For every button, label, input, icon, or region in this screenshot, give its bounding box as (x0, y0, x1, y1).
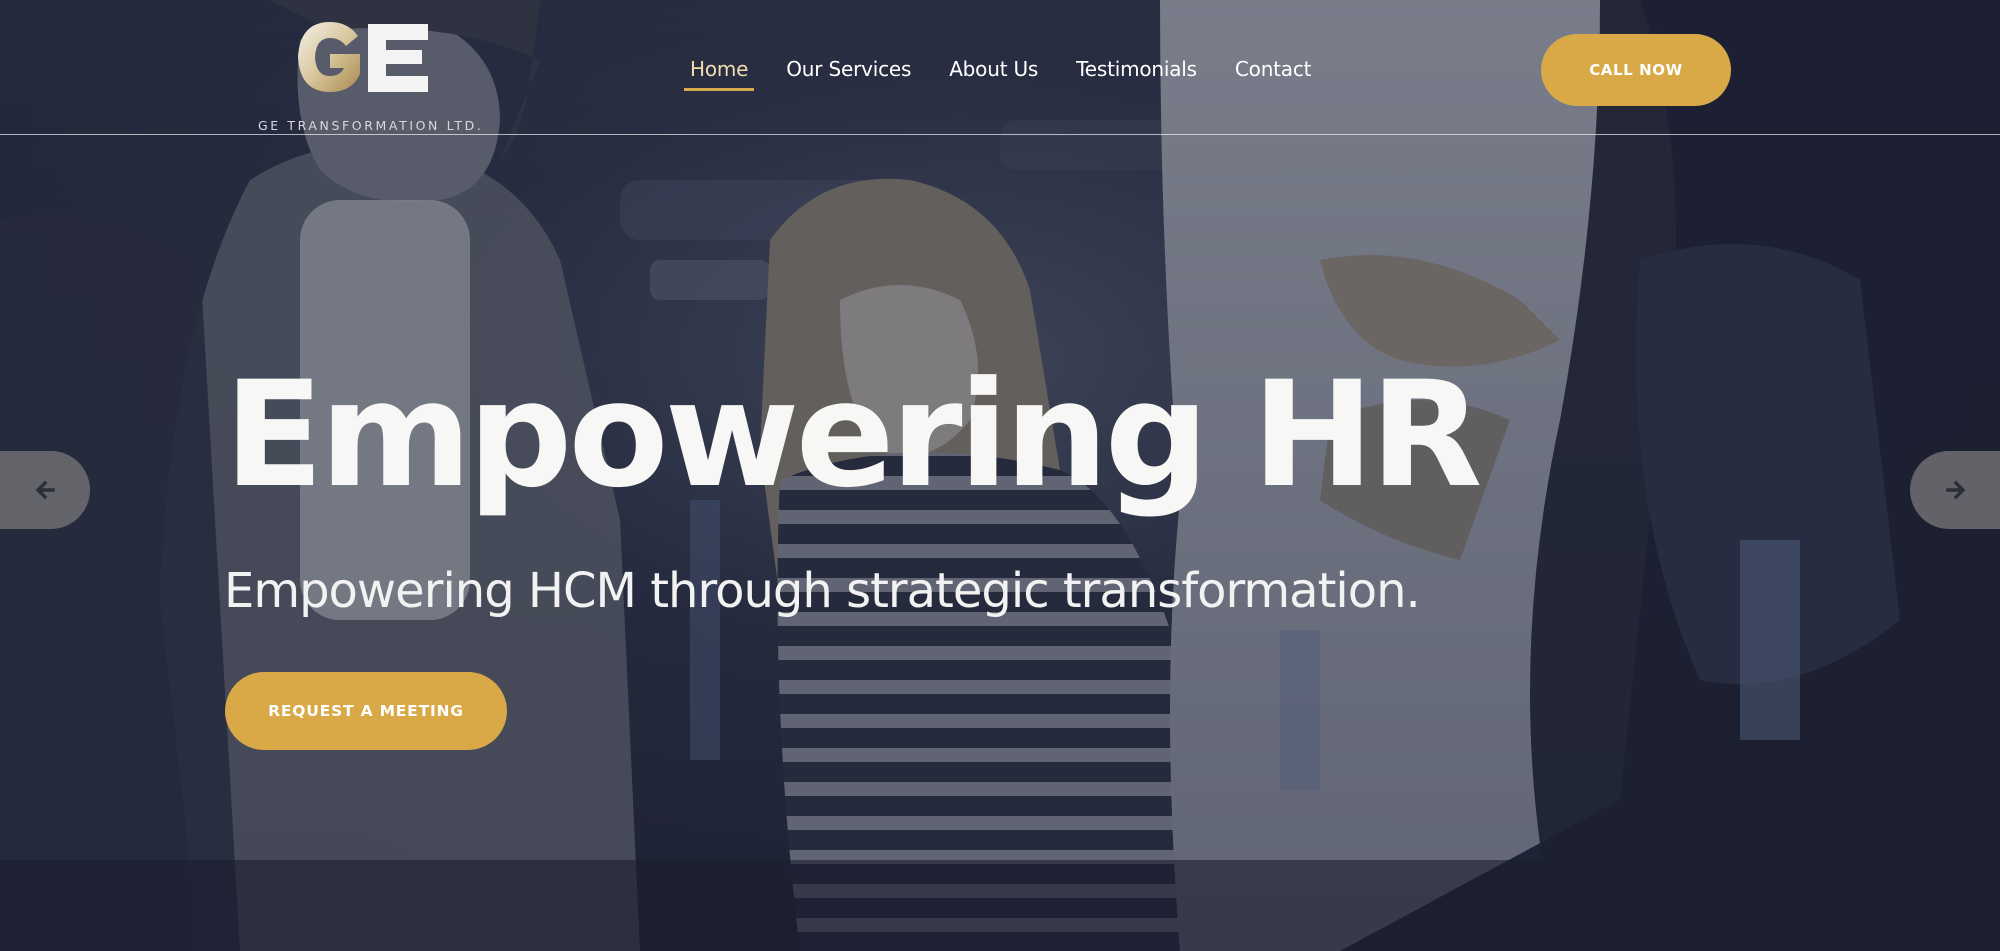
company-name: GE TRANSFORMATION LTD. (258, 118, 484, 133)
hero-title: Empowering HR (224, 350, 1483, 520)
nav-item-home[interactable]: Home (683, 52, 755, 91)
main-nav: Home Our Services About Us Testimonials … (683, 52, 1312, 91)
slider-next-button[interactable] (1910, 451, 2000, 529)
nav-item-our-services[interactable]: Our Services (786, 52, 911, 86)
arrow-right-icon (1946, 480, 1966, 500)
ge-logo-mark (298, 22, 428, 92)
nav-item-testimonials[interactable]: Testimonials (1076, 52, 1197, 86)
slider-prev-button[interactable] (0, 451, 90, 529)
hero-page: GE TRANSFORMATION LTD. Home Our Services… (0, 0, 2000, 951)
call-now-button[interactable]: CALL NOW (1541, 34, 1731, 106)
arrow-left-icon (35, 480, 55, 500)
hero-subtitle: Empowering HCM through strategic transfo… (224, 563, 1421, 619)
site-header: GE TRANSFORMATION LTD. Home Our Services… (0, 0, 2000, 135)
request-meeting-button[interactable]: REQUEST A MEETING (225, 672, 507, 750)
company-logo[interactable]: GE TRANSFORMATION LTD. (258, 14, 481, 133)
nav-item-contact[interactable]: Contact (1235, 52, 1312, 86)
nav-item-about-us[interactable]: About Us (949, 52, 1038, 86)
